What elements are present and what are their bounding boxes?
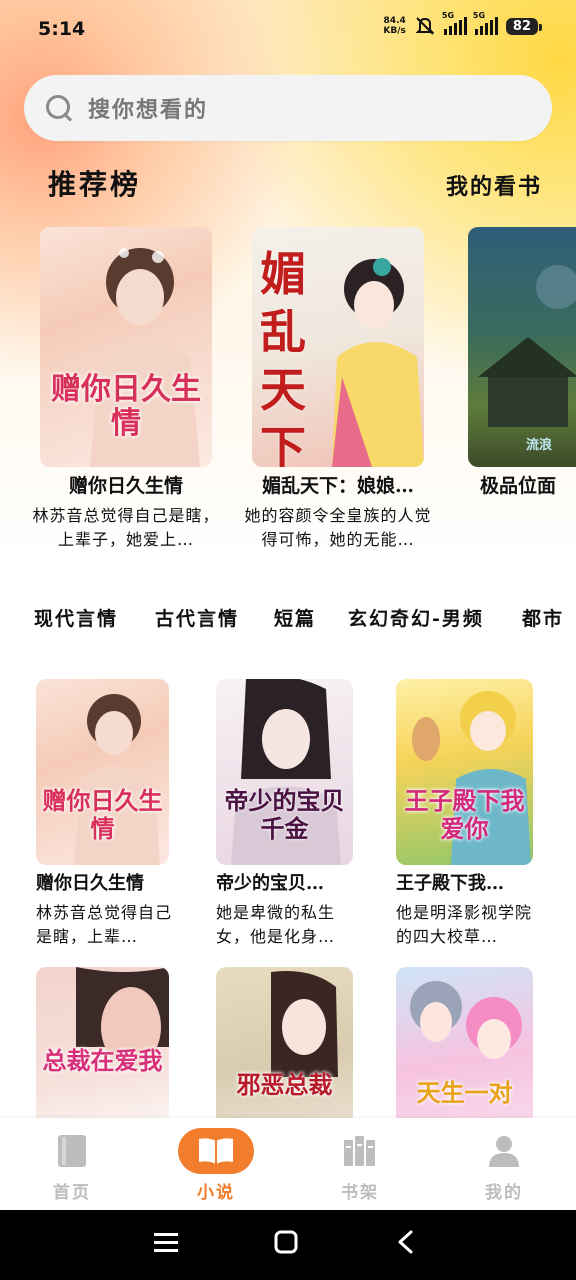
cover-title: 流浪 <box>526 438 553 453</box>
signal-1-icon: 5G <box>442 11 467 35</box>
open-book-icon <box>199 1138 233 1164</box>
book-description: 林苏音总觉得自己是瞎，上辈… <box>36 903 173 946</box>
book-cover: 王子殿下我爱你 <box>396 679 533 865</box>
signal-2-icon: 5G <box>473 11 498 35</box>
recommend-book-card[interactable]: 媚乱天下 媚乱天下：娘娘… 她的容颜令全皇族的人觉得可怖，她的无能… <box>244 227 431 552</box>
book-description: 她是卑微的私生女，他是化身… <box>216 903 336 946</box>
net-speed-unit: KB/s <box>383 26 406 36</box>
home-icon[interactable] <box>274 1230 298 1254</box>
recommend-book-card[interactable]: 赠你日久生情 赠你日久生情 林苏音总觉得自己是瞎，上辈子，她爱上… <box>32 227 219 552</box>
book-card[interactable]: 王子殿下我爱你 王子殿下我… 他是明泽影视学院的四大校草… <box>396 679 546 949</box>
bottom-navigation: 首页 小说 书架 我的 <box>0 1118 576 1210</box>
bookshelf-icon <box>344 1136 375 1166</box>
nav-label: 小说 <box>197 1183 235 1203</box>
my-reading-link[interactable]: 我的看书 <box>446 169 542 201</box>
category-tab[interactable]: 古代言情 <box>155 598 239 637</box>
nav-label: 首页 <box>53 1183 91 1203</box>
nav-item-profile[interactable]: 我的 <box>459 1128 549 1203</box>
category-tab[interactable]: 都市 <box>522 598 564 637</box>
active-tab-pill <box>178 1128 254 1174</box>
book-description: 林苏音总觉得自己是瞎，上辈子，她爱上… <box>32 506 220 549</box>
cover-title: 总裁在爱我 <box>42 1046 163 1075</box>
cover-title: 赠你日久生情 <box>42 786 163 843</box>
category-tab[interactable]: 现代言情 <box>34 598 118 637</box>
mute-bell-icon <box>415 17 435 35</box>
nav-label: 我的 <box>485 1183 523 1203</box>
category-tabs: 现代言情 古代言情 短篇 玄幻奇幻-男频 都市 <box>0 598 576 638</box>
menu-icon[interactable] <box>153 1230 179 1254</box>
nav-item-bookshelf[interactable]: 书架 <box>315 1128 405 1203</box>
battery-indicator: 82 <box>505 17 543 35</box>
back-icon[interactable] <box>396 1230 416 1254</box>
book-title: 极品位面 <box>480 475 557 497</box>
cover-art <box>478 265 576 427</box>
recommend-book-card[interactable]: 流浪 极品位面 <box>468 227 576 498</box>
status-icons: 84.4 KB/s 5G 5G 82 <box>383 11 543 36</box>
signal-2-label: 5G <box>472 11 486 20</box>
search-icon <box>44 93 74 123</box>
nav-label: 书架 <box>341 1183 379 1203</box>
book-title: 赠你日久生情 <box>68 475 183 497</box>
nav-item-novel[interactable]: 小说 <box>171 1128 261 1203</box>
cover-title: 邪恶总裁 <box>236 1070 333 1099</box>
book-title: 帝少的宝贝… <box>216 873 324 894</box>
book-cover: 媚乱天下 <box>252 227 424 467</box>
signal-1-label: 5G <box>441 11 455 20</box>
cover-title: 帝少的宝贝千金 <box>224 786 345 843</box>
book-cover: 赠你日久生情 <box>36 679 169 865</box>
system-navigation-bar <box>0 1210 576 1280</box>
category-tab[interactable]: 短篇 <box>274 598 316 637</box>
book-description: 他是明泽影视学院的四大校草… <box>396 903 533 946</box>
book-title: 王子殿下我… <box>396 873 504 894</box>
category-tab[interactable]: 玄幻奇幻-男频 <box>348 598 484 637</box>
cover-title: 媚乱天下 <box>260 247 306 467</box>
net-speed-value: 84.4 <box>383 16 406 26</box>
network-speed: 84.4 KB/s <box>383 16 405 36</box>
recommend-title: 推荐榜 <box>48 168 142 201</box>
search-bar[interactable]: 搜你想看的 <box>24 75 552 141</box>
book-card[interactable]: 赠你日久生情 赠你日久生情 林苏音总觉得自己是瞎，上辈… <box>36 679 186 949</box>
book-description: 她的容颜令全皇族的人觉得可怖，她的无能… <box>244 506 432 549</box>
book-cover: 帝少的宝贝千金 <box>216 679 353 865</box>
cover-title: 赠你日久生情 <box>51 372 201 441</box>
book-cover: 赠你日久生情 <box>40 227 212 467</box>
cover-title: 王子殿下我爱你 <box>404 786 525 843</box>
search-placeholder: 搜你想看的 <box>88 98 209 123</box>
cover-title: 天生一对 <box>416 1078 513 1107</box>
book-title: 媚乱天下：娘娘… <box>261 475 414 497</box>
book-title: 赠你日久生情 <box>36 873 144 894</box>
book-card[interactable]: 帝少的宝贝千金 帝少的宝贝… 她是卑微的私生女，他是化身… <box>216 679 366 949</box>
status-time: 5:14 <box>38 18 86 40</box>
profile-icon <box>489 1136 519 1167</box>
nav-item-home[interactable]: 首页 <box>27 1128 117 1203</box>
home-book-icon <box>58 1135 86 1167</box>
book-cover: 流浪 <box>468 227 576 467</box>
